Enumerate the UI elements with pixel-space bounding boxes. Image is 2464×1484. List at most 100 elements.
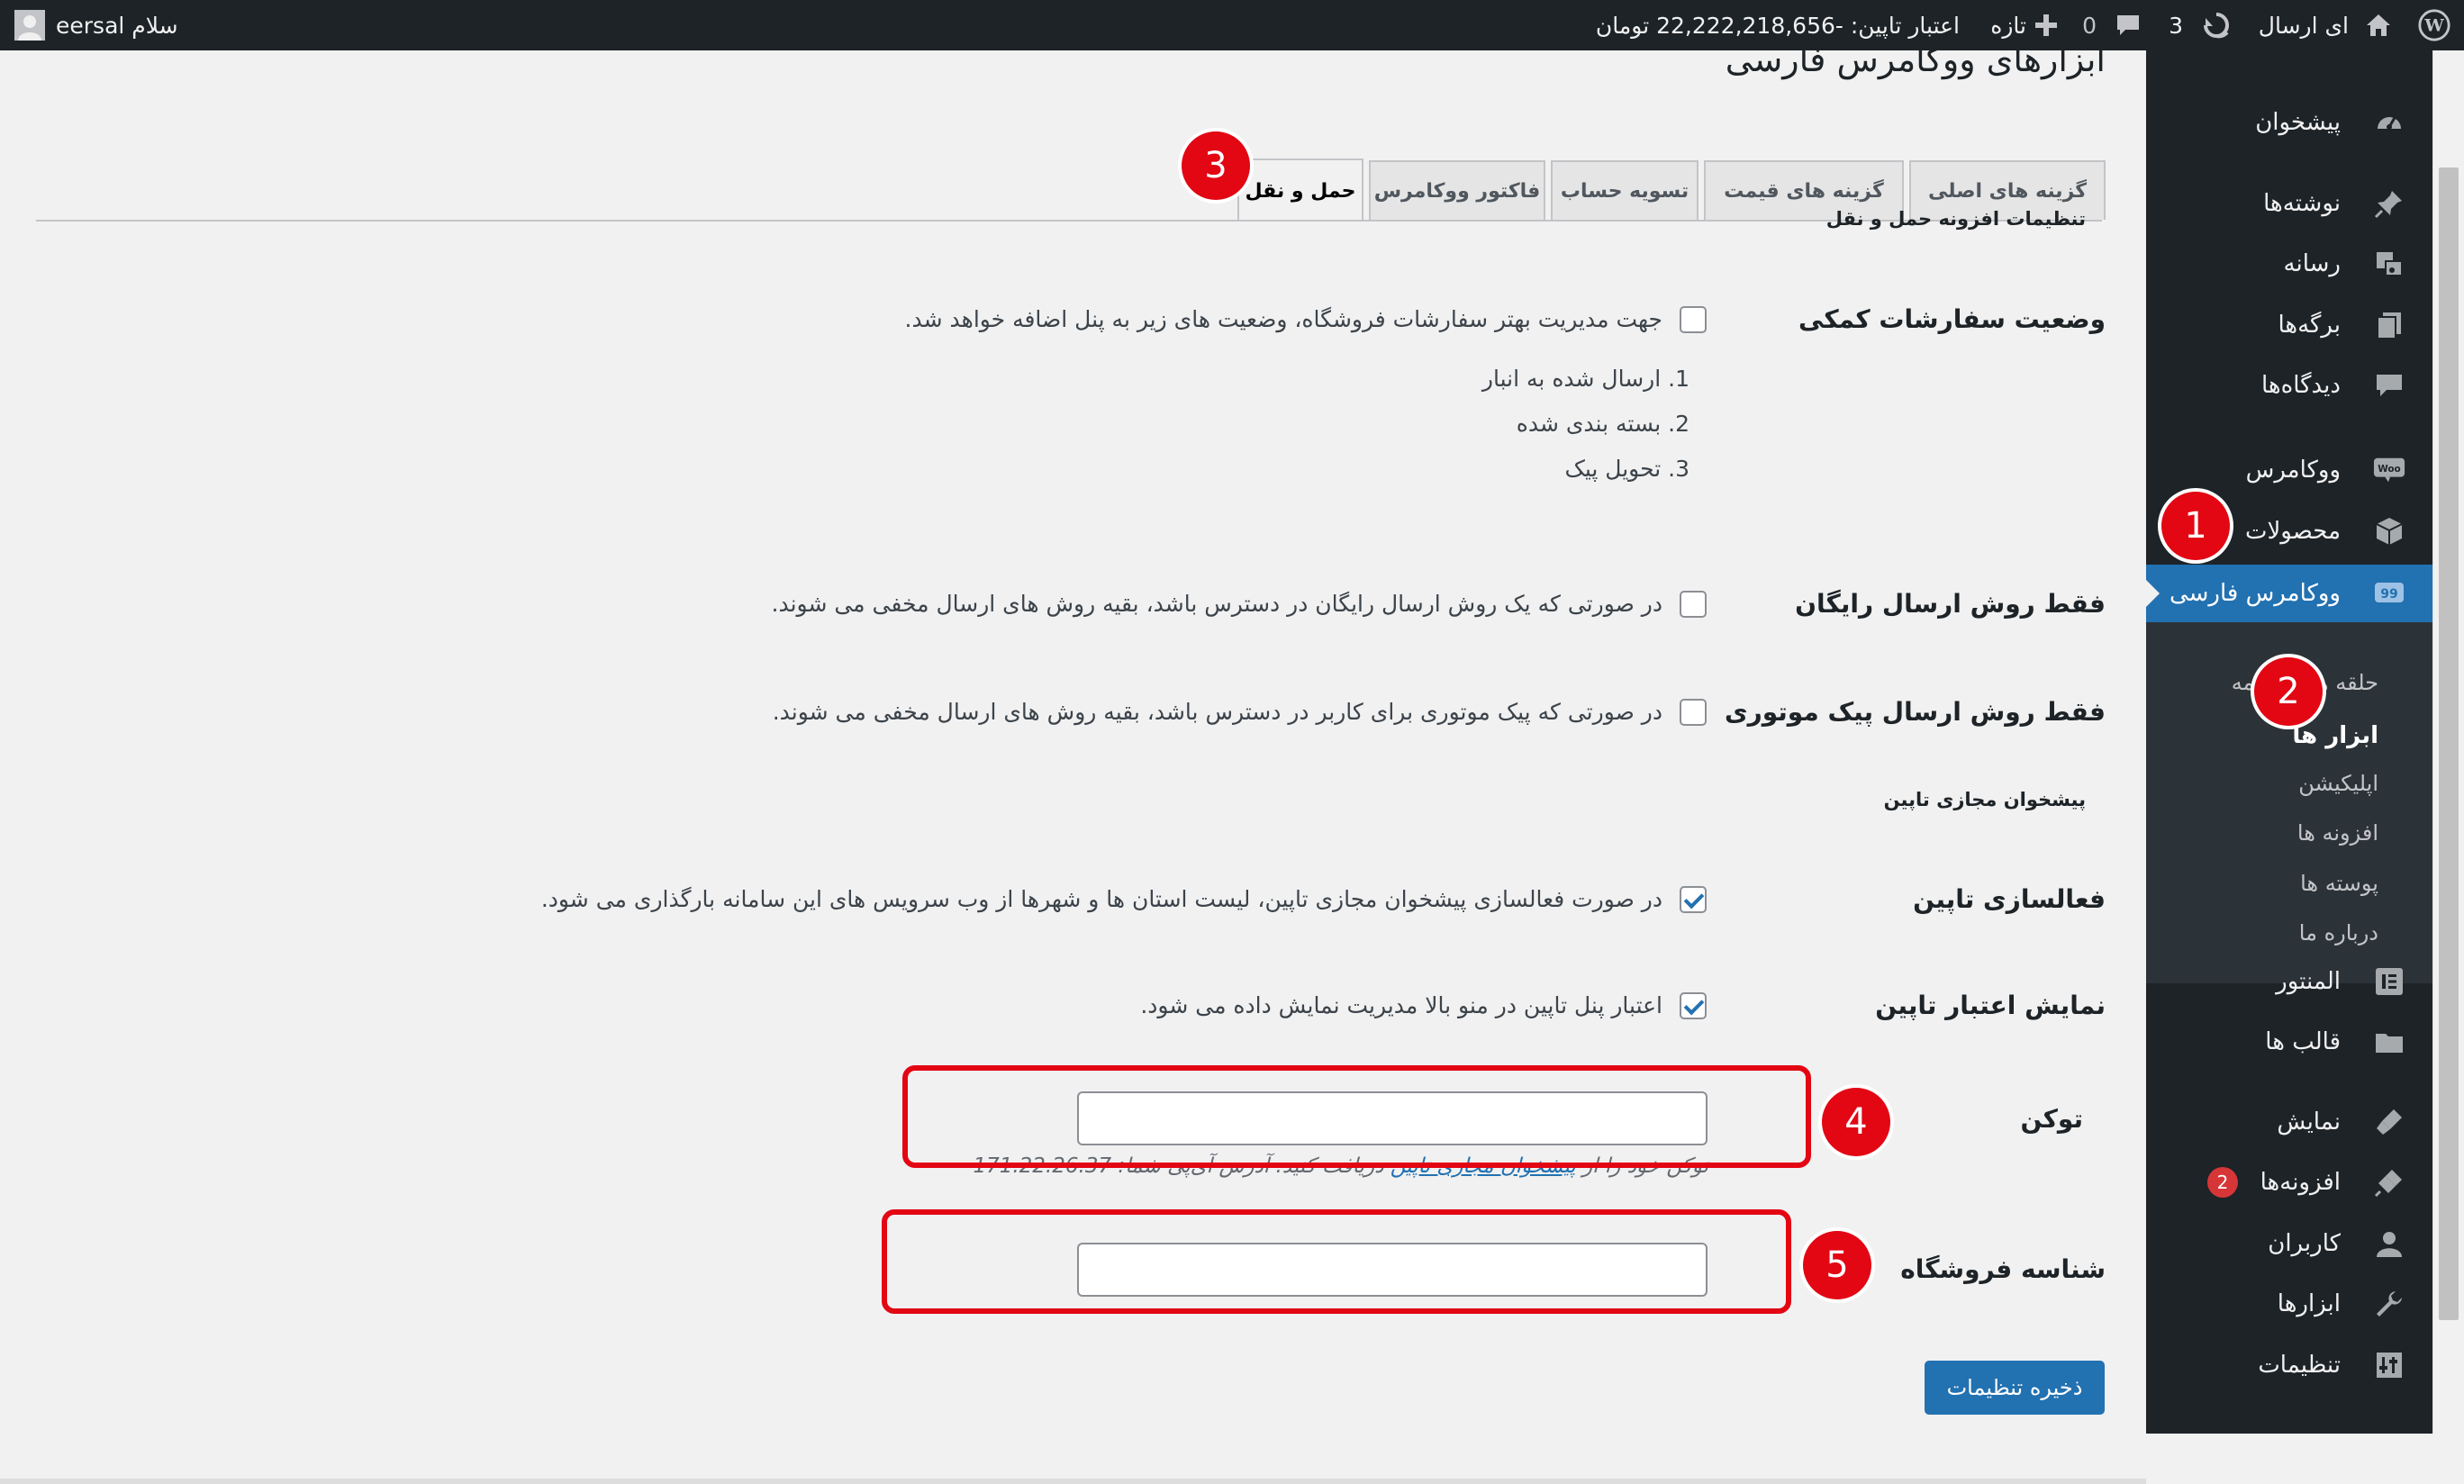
shop-id-label: شناسه فروشگاه: [1900, 1254, 2106, 1284]
annotation-number: 1: [2161, 492, 2230, 560]
sidebar-item-settings[interactable]: تنظیمات: [2146, 1338, 2432, 1392]
svg-text:W: W: [2423, 16, 2444, 36]
sidebar-item-tools[interactable]: ابزارها: [2146, 1277, 2432, 1331]
sidebar-item-templates[interactable]: قالب ها: [2146, 1015, 2432, 1069]
sidebar-item-plugins[interactable]: افزونه‌ها 2: [2146, 1155, 2432, 1209]
annotation-box-shop-id: [882, 1209, 1791, 1314]
dashboard-icon: [2373, 106, 2405, 139]
site-name-link[interactable]: ای ارسال: [2259, 0, 2349, 50]
sidebar-item-label: قالب ها: [2265, 1028, 2341, 1055]
svg-text:Woo: Woo: [2378, 464, 2400, 475]
page-title: ابزارهای ووکامرس فارسی: [1725, 40, 2106, 79]
sidebar-item-label: برگه‌ها: [2278, 312, 2341, 339]
avatar[interactable]: [14, 0, 45, 50]
plugins-update-badge: 2: [2207, 1167, 2238, 1198]
products-icon: [2373, 515, 2405, 547]
sidebar-item-woocommerce[interactable]: Woo ووکامرس: [2146, 443, 2432, 497]
courier-only-desc: در صورتی که پیک موتوری برای کاربر در دست…: [772, 699, 1662, 725]
courier-only-label: فقط روش ارسال پیک موتوری: [1724, 697, 2106, 727]
annotation-number: 3: [1182, 131, 1250, 200]
sidebar-item-label: دیدگاه‌ها: [2260, 372, 2341, 399]
order-status-list-item: 3. تحویل پیک: [1564, 456, 1689, 482]
sidebar-item-label: پیشخوان: [2255, 109, 2341, 136]
order-status-checkbox[interactable]: [1680, 306, 1707, 333]
pin-icon: [2373, 187, 2405, 220]
sidebar-item-comments[interactable]: دیدگاه‌ها: [2146, 358, 2432, 412]
settings-icon: [2373, 1349, 2405, 1381]
svg-text:99: 99: [2380, 587, 2397, 602]
templates-icon: [2373, 1026, 2405, 1058]
save-button[interactable]: ذخیره تنظیمات: [1925, 1361, 2105, 1415]
submenu-item-about[interactable]: درباره ما: [2299, 920, 2378, 946]
courier-only-checkbox[interactable]: [1680, 699, 1707, 726]
elementor-icon: [2373, 965, 2405, 998]
tools-icon: [2373, 1288, 2405, 1320]
sidebar-item-elementor[interactable]: المنتور: [2146, 955, 2432, 1009]
order-status-list-item: 1. ارسال شده به انبار: [1481, 366, 1689, 392]
users-icon: [2373, 1227, 2405, 1260]
tapin-credit-checkbox[interactable]: [1680, 992, 1707, 1019]
annotation-box-token: [902, 1065, 1811, 1168]
updates-icon[interactable]: [2201, 0, 2232, 50]
sidebar-item-label: نوشته‌ها: [2263, 190, 2341, 217]
free-only-label: فقط روش ارسال رایگان: [1795, 589, 2106, 619]
submenu-item-application[interactable]: اپلیکیشن: [2298, 771, 2378, 796]
greeting[interactable]: سلام eersal: [56, 0, 178, 50]
pages-icon: [2373, 309, 2405, 341]
sidebar-item-label: ووکامرس فارسی: [2169, 580, 2341, 607]
updates-count[interactable]: 3: [2169, 0, 2183, 50]
sidebar-item-pages[interactable]: برگه‌ها: [2146, 298, 2432, 352]
sidebar-item-label: رسانه: [2283, 250, 2341, 277]
admin-sidebar: پیشخوان نوشته‌ها رسانه برگه‌ها دیدگاه‌ها Woo و…: [2145, 50, 2432, 1434]
plugins-icon: [2373, 1166, 2405, 1199]
sidebar-item-appearance[interactable]: نمایش: [2146, 1095, 2432, 1149]
annotation-number: 5: [1803, 1231, 1871, 1299]
sidebar-item-label: ابزارها: [2277, 1290, 2341, 1317]
order-status-list-item: 2. بسته بندی شده: [1516, 411, 1689, 437]
sidebar-item-label: کاربران: [2268, 1230, 2341, 1257]
sidebar-item-label: ووکامرس: [2245, 457, 2341, 484]
tab-invoice[interactable]: فاکتور ووکامرس: [1369, 160, 1545, 220]
sidebar-item-label: افزونه‌ها: [2260, 1169, 2341, 1196]
sidebar-item-dashboard[interactable]: پیشخوان: [2146, 95, 2432, 149]
sidebar-item-persian-woo[interactable]: 99 ووکامرس فارسی: [2146, 565, 2432, 622]
wp-logo-icon[interactable]: W: [2417, 0, 2451, 50]
section-title-tapin: پیشخوان مجازی تاپین: [1883, 789, 2086, 810]
tapin-enable-checkbox[interactable]: [1680, 886, 1707, 913]
order-status-desc: جهت مدیریت بهتر سفارشات فروشگاه، وضعیت ه…: [904, 306, 1662, 332]
free-only-desc: در صورتی که یک روش ارسال رایگان در دسترس…: [771, 591, 1663, 617]
sidebar-item-media[interactable]: رسانه: [2146, 237, 2432, 291]
woo-icon: Woo: [2373, 454, 2405, 486]
tab-checkout[interactable]: تسویه حساب: [1551, 160, 1699, 220]
comments-icon: [2373, 369, 2405, 402]
sidebar-item-users[interactable]: کاربران: [2146, 1217, 2432, 1271]
sidebar-item-label: محصولات: [2245, 518, 2341, 545]
annotation-number: 4: [1822, 1088, 1890, 1156]
home-icon[interactable]: [2363, 0, 2394, 50]
tab-divider: [36, 220, 2102, 222]
sidebar-item-posts[interactable]: نوشته‌ها: [2146, 176, 2432, 231]
page-scrollbar[interactable]: [2432, 50, 2464, 1434]
token-label: توکن: [2020, 1104, 2083, 1134]
tab-shipping[interactable]: حمل و نقل: [1237, 158, 1363, 222]
active-menu-arrow: [2145, 579, 2160, 608]
bottom-border: [0, 1479, 2146, 1484]
tapin-enable-desc: در صورت فعالسازی پیشخوان مجازی تاپین، لی…: [540, 886, 1662, 912]
tapin-credit-desc: اعتبار پنل تاپین در منو بالا مدیریت نمای…: [1140, 992, 1662, 1018]
tapin-credit-label: نمایش اعتبار تاپین: [1875, 991, 2106, 1020]
media-icon: [2373, 248, 2405, 280]
sidebar-item-label: نمایش: [2277, 1108, 2341, 1136]
tapin-enable-label: فعالسازی تاپین: [1913, 884, 2106, 914]
submenu-item-tools[interactable]: ابزار ها: [2292, 722, 2378, 749]
section-title-shipping: تنظیمات افزونه حمل و نقل: [1825, 208, 2086, 230]
comments-icon[interactable]: [2115, 0, 2142, 50]
free-only-checkbox[interactable]: [1680, 591, 1707, 618]
order-status-label: وضعیت سفارشات کمکی: [1798, 304, 2106, 334]
submenu-item-themes[interactable]: پوسته ها: [2300, 871, 2378, 896]
scrollbar-thumb[interactable]: [2439, 167, 2459, 1320]
appearance-icon: [2373, 1106, 2405, 1138]
persian-woo-icon: 99: [2373, 577, 2405, 610]
submenu-item-plugins[interactable]: افزونه ها: [2297, 820, 2378, 846]
sidebar-item-label: تنظیمات: [2258, 1352, 2341, 1379]
sidebar-item-label: المنتور: [2276, 968, 2341, 995]
